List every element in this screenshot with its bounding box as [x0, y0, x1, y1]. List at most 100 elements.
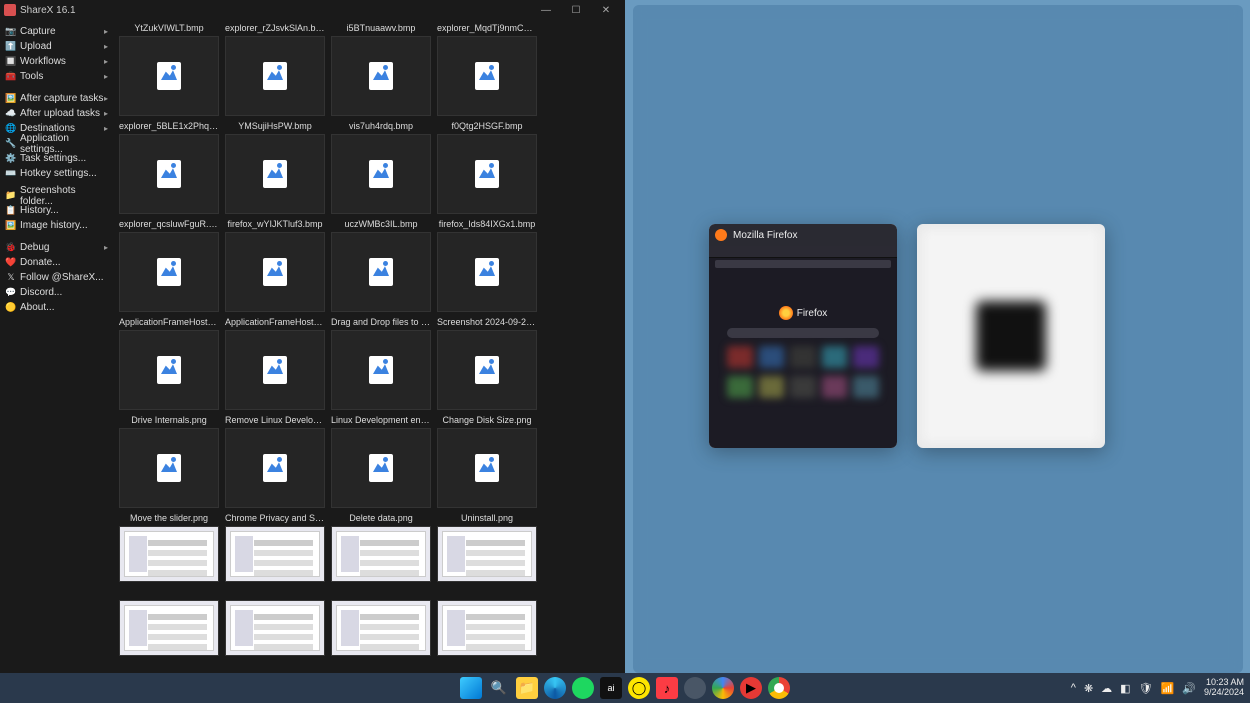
screenshot-thumbnail[interactable]: Move the slider.png: [118, 512, 220, 582]
menu-workflows[interactable]: 🔲Workflows▸: [0, 54, 112, 69]
thumbnail-filename: Screenshot 2024-09-21 12...: [437, 316, 537, 328]
chevron-right-icon: ▸: [104, 42, 108, 51]
thumbnail-image: [331, 134, 431, 214]
record-icon[interactable]: ▶: [740, 677, 762, 699]
thumbnail-image: [119, 134, 219, 214]
folder-icon: 📁: [6, 191, 16, 201]
menu-after-upload[interactable]: ☁️After upload tasks▸: [0, 106, 112, 121]
screenshot-thumbnail[interactable]: Remove Linux Developme...: [224, 414, 326, 508]
screenshot-thumbnail[interactable]: firefox_Ids84IXGx1.bmp: [436, 218, 538, 312]
snap-window-firefox[interactable]: Mozilla Firefox Firefox: [709, 224, 897, 448]
file-explorer-icon[interactable]: 📁: [516, 677, 538, 699]
taskbar: 🔍 📁 ai ◯ ♪ ▶ ^ ❋ ☁ ◧ 🛡 📶 🔊 10:23 AM 9/24…: [0, 673, 1250, 703]
globe-icon: 🌐: [6, 124, 16, 134]
image-file-icon: [475, 62, 499, 90]
menu-app-settings[interactable]: 🔧Application settings...: [0, 136, 112, 151]
screenshot-thumbnail[interactable]: YtZukVIWLT.bmp: [118, 22, 220, 116]
menu-after-capture[interactable]: 🖼️After capture tasks▸: [0, 91, 112, 106]
image-file-icon: [369, 62, 393, 90]
screenshot-thumbnail[interactable]: firefox_wYIJKTluf3.bmp: [224, 218, 326, 312]
thumbnail-image: [225, 36, 325, 116]
menu-tools[interactable]: 🧰Tools▸: [0, 69, 112, 84]
window-title: ShareX 16.1: [20, 5, 531, 16]
chrome-icon[interactable]: [768, 677, 790, 699]
terminal-icon[interactable]: ai: [600, 677, 622, 699]
screenshot-thumbnail[interactable]: Chrome Privacy and Securi...: [224, 512, 326, 582]
menu-history[interactable]: 📋History...: [0, 203, 112, 218]
screenshot-thumbnail[interactable]: [436, 586, 538, 656]
thumbnail-filename: ApplicationFrameHost_Kd...: [225, 316, 325, 328]
tray-chevron-icon[interactable]: ^: [1071, 682, 1076, 694]
close-button[interactable]: ✕: [591, 1, 621, 19]
screenshot-thumbnail[interactable]: [224, 586, 326, 656]
menu-about[interactable]: 🟡About...: [0, 300, 112, 315]
clock[interactable]: 10:23 AM 9/24/2024: [1204, 678, 1244, 698]
snap-window-other[interactable]: [917, 224, 1105, 448]
tray-wifi-icon[interactable]: 📶: [1161, 682, 1175, 695]
image-file-icon: [369, 160, 393, 188]
screenshot-thumbnail[interactable]: i5BTnuaawv.bmp: [330, 22, 432, 116]
screenshot-thumbnail[interactable]: explorer_rZJsvkSlAn.bmp: [224, 22, 326, 116]
screenshot-thumbnail[interactable]: uczWMBc3IL.bmp: [330, 218, 432, 312]
screenshot-thumbnail[interactable]: explorer_5BLE1x2Phq.bmp: [118, 120, 220, 214]
screenshot-thumbnail[interactable]: Change Disk Size.png: [436, 414, 538, 508]
screenshot-thumbnail[interactable]: [330, 586, 432, 656]
screenshot-thumbnail[interactable]: Delete data.png: [330, 512, 432, 582]
menu-discord[interactable]: 💬Discord...: [0, 285, 112, 300]
thumbnail-image: [437, 232, 537, 312]
screenshot-thumbnail[interactable]: Screenshot 2024-09-21 12...: [436, 316, 538, 410]
screenshot-gallery[interactable]: YtZukVIWLT.bmpexplorer_rZJsvkSlAn.bmpi5B…: [112, 20, 625, 673]
screenshot-thumbnail[interactable]: vis7uh4rdq.bmp: [330, 120, 432, 214]
search-button[interactable]: 🔍: [488, 677, 510, 699]
screenshot-thumbnail[interactable]: f0Qtg2HSGF.bmp: [436, 120, 538, 214]
apple-music-icon[interactable]: ♪: [656, 677, 678, 699]
menu-upload[interactable]: ⬆️Upload▸: [0, 39, 112, 54]
start-button[interactable]: [460, 677, 482, 699]
thumbnail-image: [225, 428, 325, 508]
thumbnail-filename: Delete data.png: [331, 512, 431, 524]
tray-security-icon[interactable]: 🛡: [1139, 682, 1153, 695]
screenshot-thumbnail[interactable]: Drag and Drop files to Goo...: [330, 316, 432, 410]
screenshot-thumbnail[interactable]: Drive Internals.png: [118, 414, 220, 508]
image-file-icon: [263, 258, 287, 286]
gear-icon: ⚙️: [6, 154, 16, 164]
tray-onedrive-icon[interactable]: ☁: [1101, 682, 1112, 695]
titlebar[interactable]: ShareX 16.1 — ☐ ✕: [0, 0, 625, 20]
menu-donate[interactable]: ❤️Donate...: [0, 255, 112, 270]
thumbnail-image: [119, 428, 219, 508]
minimize-button[interactable]: —: [531, 1, 561, 19]
menu-capture[interactable]: 📷Capture▸: [0, 24, 112, 39]
menu-image-history[interactable]: 🖼️Image history...: [0, 218, 112, 233]
screenshot-thumbnail[interactable]: Linux Development enviro...: [330, 414, 432, 508]
thumbnail-image: [119, 526, 219, 582]
tray-settings-icon[interactable]: ❋: [1084, 682, 1093, 695]
screenshot-thumbnail[interactable]: explorer_qcsluwFguR.bmp: [118, 218, 220, 312]
tray-app-icon[interactable]: ◧: [1120, 682, 1130, 695]
maximize-button[interactable]: ☐: [561, 1, 591, 19]
chevron-right-icon: ▸: [104, 94, 108, 103]
google-icon[interactable]: [712, 677, 734, 699]
screenshot-thumbnail[interactable]: YMSujiHsPW.bmp: [224, 120, 326, 214]
screenshot-thumbnail[interactable]: [118, 586, 220, 656]
screenshot-thumbnail[interactable]: explorer_MqdTj9nmCe.bmp: [436, 22, 538, 116]
camera-icon: 📷: [6, 27, 16, 37]
menu-hotkey-settings[interactable]: ⌨️Hotkey settings...: [0, 166, 112, 181]
sidebar: 📷Capture▸ ⬆️Upload▸ 🔲Workflows▸ 🧰Tools▸ …: [0, 20, 112, 673]
menu-debug[interactable]: 🐞Debug▸: [0, 240, 112, 255]
menu-follow[interactable]: 𝕏Follow @ShareX...: [0, 270, 112, 285]
spotify-icon[interactable]: [572, 677, 594, 699]
menu-screenshots-folder[interactable]: 📁Screenshots folder...: [0, 188, 112, 203]
tray-volume-icon[interactable]: 🔊: [1182, 682, 1196, 695]
thumbnail-image: [331, 526, 431, 582]
edge-icon[interactable]: [544, 677, 566, 699]
firefox-taskbar-icon[interactable]: [684, 677, 706, 699]
screenshot-thumbnail[interactable]: Uninstall.png: [436, 512, 538, 582]
image-file-icon: [369, 356, 393, 384]
screenshot-thumbnail[interactable]: ApplicationFrameHost_Gc...: [118, 316, 220, 410]
firefox-thumbnail: Firefox: [709, 246, 897, 448]
app-icon[interactable]: ◯: [628, 677, 650, 699]
menu-task-settings[interactable]: ⚙️Task settings...: [0, 151, 112, 166]
chevron-right-icon: ▸: [104, 27, 108, 36]
thumbnail-image: [331, 232, 431, 312]
screenshot-thumbnail[interactable]: ApplicationFrameHost_Kd...: [224, 316, 326, 410]
